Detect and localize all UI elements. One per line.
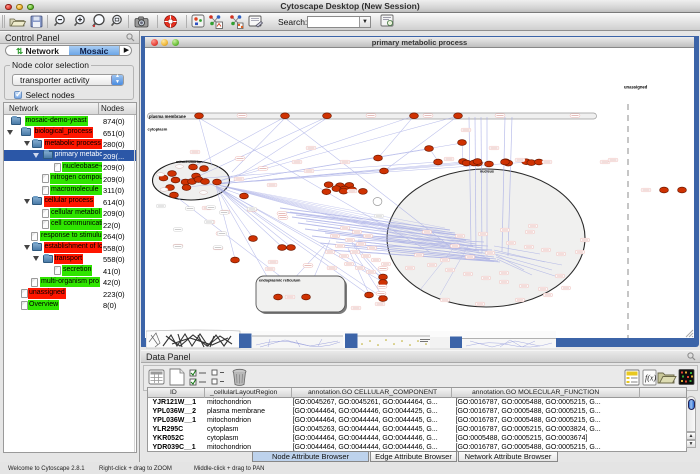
svg-text:unassigned: unassigned [624, 85, 648, 90]
svg-text:nucleus: nucleus [480, 170, 494, 174]
svg-text:f(x): f(x) [645, 374, 656, 383]
svg-text:mitochondrion: mitochondrion [176, 160, 203, 164]
svg-text:cytoplasm: cytoplasm [148, 127, 168, 132]
svg-text:plasma membrane: plasma membrane [149, 114, 186, 119]
svg-text:endoplasmic reticulum: endoplasmic reticulum [259, 279, 301, 283]
